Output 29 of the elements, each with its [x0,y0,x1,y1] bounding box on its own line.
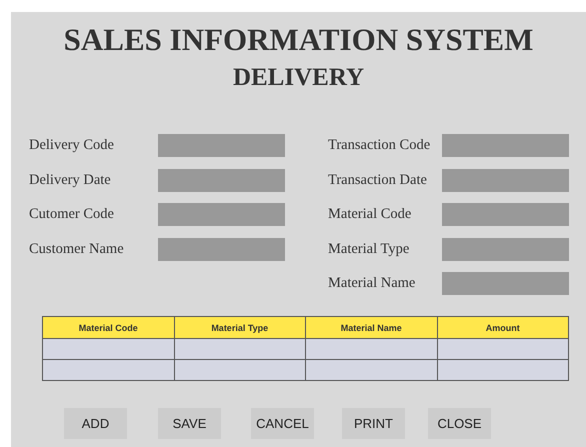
app-title: SALES INFORMATION SYSTEM [64,22,534,58]
action-button[interactable]: PRINT [342,408,405,439]
field-label: Material Code [328,206,412,223]
input-field[interactable] [158,203,285,226]
field-label: Transaction Code [328,137,430,154]
form-title: DELIVERY [232,63,364,93]
field-label: Delivery Code [29,137,114,154]
action-button[interactable]: CLOSE [428,408,491,439]
field-label: Material Type [328,240,410,258]
column-header: Material Code [42,316,174,338]
input-field[interactable] [158,134,285,157]
field-label: Transaction Date [328,172,427,188]
column-header: Amount [437,316,568,338]
input-field[interactable] [442,238,569,260]
input-field[interactable] [442,168,569,192]
field-label: Material Name [328,275,416,292]
input-field[interactable] [158,238,285,260]
action-button[interactable]: SAVE [158,408,221,439]
action-button[interactable]: ADD [64,408,127,439]
field-label: Delivery Date [29,172,111,188]
input-field[interactable] [158,168,285,192]
column-header: Material Name [306,316,437,338]
input-field[interactable] [442,203,569,226]
field-label: Cutomer Code [29,206,114,223]
action-button[interactable]: CANCEL [251,408,314,439]
input-field[interactable] [442,272,569,295]
field-label: Customer Name [29,240,124,258]
column-header: Material Type [174,316,306,338]
input-field[interactable] [442,134,569,157]
